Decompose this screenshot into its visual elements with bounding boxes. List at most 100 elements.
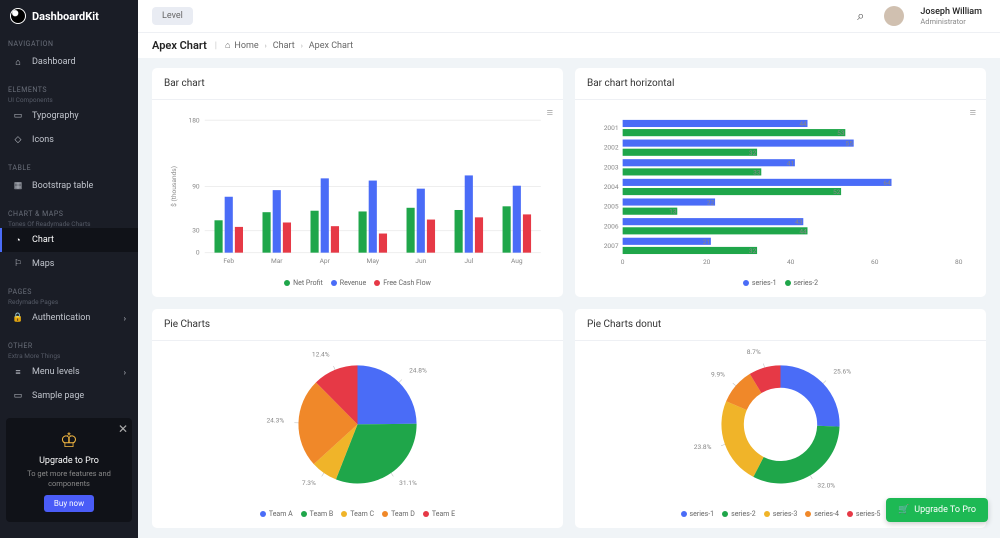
crumb-home[interactable]: ⌂Home bbox=[225, 40, 259, 51]
sidebar-item-label: Chart bbox=[32, 235, 54, 245]
home-icon: ⌂ bbox=[225, 40, 230, 51]
topbar: Level ⌕ Joseph William Administrator bbox=[138, 0, 1000, 32]
level-button[interactable]: Level bbox=[152, 7, 193, 25]
svg-text:9.9%: 9.9% bbox=[711, 371, 725, 379]
sidebar-item-label: Dashboard bbox=[32, 57, 76, 67]
svg-text:Feb: Feb bbox=[223, 257, 234, 265]
logo[interactable]: DashboardKit bbox=[0, 0, 138, 32]
brand-text: DashboardKit bbox=[32, 10, 99, 23]
sidebar-item-label: Icons bbox=[32, 135, 54, 145]
svg-text:24.3%: 24.3% bbox=[266, 417, 284, 425]
svg-text:Aug: Aug bbox=[511, 257, 523, 265]
barh-chart-svg: 2001445320025532200341332004645220052213… bbox=[587, 108, 974, 275]
user-name: Joseph William bbox=[920, 7, 982, 17]
svg-text:25.6%: 25.6% bbox=[833, 368, 851, 376]
svg-text:53: 53 bbox=[837, 129, 845, 137]
search-icon[interactable]: ⌕ bbox=[857, 9, 864, 24]
close-icon[interactable]: ✕ bbox=[118, 422, 128, 436]
gem-icon: ◇ bbox=[12, 134, 24, 146]
chevron-right-icon: › bbox=[124, 368, 126, 377]
upgrade-title: Upgrade to Pro bbox=[14, 456, 124, 466]
svg-text:41: 41 bbox=[787, 159, 794, 167]
svg-text:180: 180 bbox=[188, 116, 199, 124]
svg-text:32: 32 bbox=[749, 149, 757, 157]
svg-text:32: 32 bbox=[749, 247, 757, 255]
sidebar-item-label: Sample page bbox=[32, 391, 84, 401]
svg-text:31.1%: 31.1% bbox=[399, 479, 417, 487]
svg-text:60: 60 bbox=[871, 258, 879, 266]
legend: Net ProfitRevenueFree Cash Flow bbox=[164, 279, 551, 287]
legend: Team ATeam BTeam CTeam DTeam E bbox=[164, 510, 551, 518]
card-bar-chart: Bar chart ≡ 03090180FebMarAprMayJunJulAu… bbox=[152, 68, 563, 297]
chevron-right-icon: › bbox=[301, 42, 303, 50]
upgrade-card: ✕ ♔ Upgrade to Pro To get more features … bbox=[6, 418, 132, 522]
breadcrumb: Apex Chart | ⌂Home › Chart › Apex Chart bbox=[138, 32, 1000, 58]
svg-text:24.8%: 24.8% bbox=[409, 366, 427, 374]
sidebar-item-menu-levels[interactable]: ≡Menu levels› bbox=[8, 360, 130, 384]
svg-text:Apr: Apr bbox=[320, 257, 331, 265]
svg-text:55: 55 bbox=[846, 140, 854, 148]
sidebar-item-label: Menu levels bbox=[32, 367, 80, 377]
svg-text:20: 20 bbox=[703, 258, 711, 266]
sidebar-item-sample[interactable]: ▭Sample page bbox=[8, 384, 130, 408]
float-btn-label: Upgrade To Pro bbox=[914, 505, 976, 515]
svg-text:40: 40 bbox=[787, 258, 795, 266]
svg-text:12.4%: 12.4% bbox=[312, 351, 330, 359]
svg-text:23.8%: 23.8% bbox=[694, 443, 712, 451]
pie-chart-svg: 24.8%31.1%7.3%24.3%12.4% bbox=[164, 349, 551, 506]
legend: series-1series-2 bbox=[587, 279, 974, 287]
table-icon: ▦ bbox=[12, 180, 24, 192]
sidebar-item-maps[interactable]: ⚐Maps bbox=[8, 252, 130, 276]
svg-text:52: 52 bbox=[833, 188, 841, 196]
avatar[interactable] bbox=[884, 6, 904, 26]
nav-subheader: Extra More Things bbox=[8, 352, 130, 360]
card-body: 24.8%31.1%7.3%24.3%12.4% Team ATeam BTea… bbox=[152, 341, 563, 528]
svg-text:2006: 2006 bbox=[604, 222, 619, 230]
nav-subheader: Tones Of Readymade Charts bbox=[8, 220, 130, 228]
sidebar-item-typography[interactable]: ▭Typography bbox=[8, 104, 130, 128]
svg-text:2005: 2005 bbox=[604, 203, 619, 211]
svg-text:May: May bbox=[367, 257, 380, 265]
svg-text:2001: 2001 bbox=[604, 124, 619, 132]
menu-icon[interactable]: ≡ bbox=[547, 106, 553, 119]
crumb-chart[interactable]: Chart bbox=[273, 41, 295, 51]
svg-text:Mar: Mar bbox=[271, 257, 283, 265]
svg-text:2002: 2002 bbox=[604, 144, 619, 152]
cart-icon: 🛒 bbox=[898, 505, 909, 515]
svg-text:43: 43 bbox=[795, 218, 803, 226]
nav-header-chart: CHART & MAPS bbox=[8, 206, 130, 220]
sidebar-item-icons[interactable]: ◇ Icons bbox=[8, 128, 130, 152]
crown-icon: ♔ bbox=[14, 428, 124, 452]
pie-icon: ◔ bbox=[12, 234, 24, 246]
card-donut: Pie Charts donut 25.6%32.0%23.8%9.9%8.7%… bbox=[575, 309, 986, 528]
nav-header-table: TABLE bbox=[8, 160, 130, 174]
svg-text:2004: 2004 bbox=[604, 183, 619, 191]
svg-text:64: 64 bbox=[883, 179, 891, 187]
svg-text:0: 0 bbox=[621, 258, 625, 266]
sidebar-item-label: Bootstrap table bbox=[32, 181, 93, 191]
upgrade-pro-button[interactable]: 🛒 Upgrade To Pro bbox=[886, 498, 988, 522]
menu-icon[interactable]: ≡ bbox=[970, 106, 976, 119]
sidebar: DashboardKit NAVIGATION ⌂Dashboard ELEME… bbox=[0, 0, 138, 538]
briefcase-icon: ▭ bbox=[12, 110, 24, 122]
card-body: ≡ 03090180FebMarAprMayJunJulAug$ (thousa… bbox=[152, 100, 563, 297]
content-grid: Bar chart ≡ 03090180FebMarAprMayJunJulAu… bbox=[138, 58, 1000, 538]
sidebar-item-auth[interactable]: 🔒Authentication› bbox=[8, 306, 130, 330]
card-title: Bar chart horizontal bbox=[575, 68, 986, 100]
card-title: Pie Charts bbox=[152, 309, 563, 341]
svg-text:44: 44 bbox=[799, 227, 807, 235]
donut-chart-svg: 25.6%32.0%23.8%9.9%8.7% bbox=[587, 349, 974, 506]
chevron-right-icon: › bbox=[265, 42, 267, 50]
sidebar-item-dashboard[interactable]: ⌂Dashboard bbox=[8, 50, 130, 74]
svg-text:0: 0 bbox=[196, 249, 200, 257]
buy-now-button[interactable]: Buy now bbox=[44, 495, 94, 512]
sidebar-item-bootstrap-table[interactable]: ▦ Bootstrap table bbox=[8, 174, 130, 198]
crumb-current: Apex Chart bbox=[309, 41, 353, 51]
sidebar-item-label: Maps bbox=[32, 259, 54, 269]
user-block[interactable]: Joseph William Administrator bbox=[920, 7, 982, 26]
sidebar-item-chart[interactable]: ◔ Chart bbox=[0, 228, 138, 252]
nav-header-pages: PAGES bbox=[8, 284, 130, 298]
svg-text:33: 33 bbox=[753, 168, 761, 176]
page-title: Apex Chart bbox=[152, 39, 207, 52]
card-title: Pie Charts donut bbox=[575, 309, 986, 341]
